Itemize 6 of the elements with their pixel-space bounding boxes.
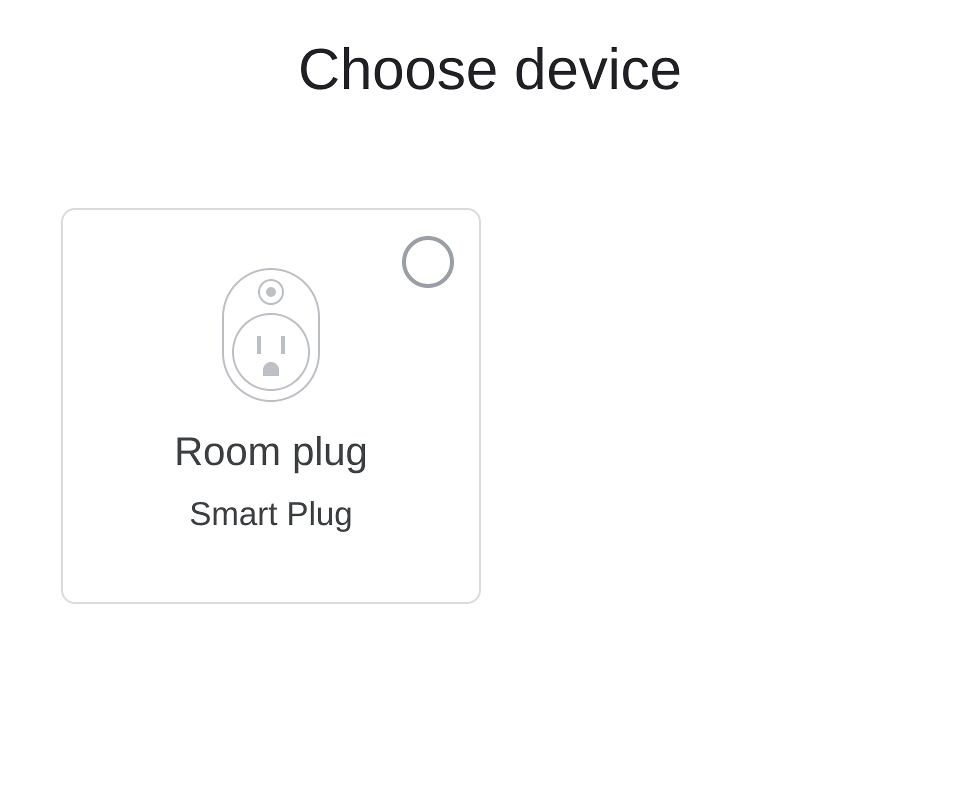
page-title: Choose device: [297, 36, 683, 104]
plug-icon: [222, 268, 320, 402]
radio-button[interactable]: [401, 235, 455, 289]
device-name: Room plug: [174, 429, 368, 476]
device-type: Smart Plug: [189, 494, 353, 534]
device-card[interactable]: Room plug Smart Plug: [61, 208, 481, 604]
